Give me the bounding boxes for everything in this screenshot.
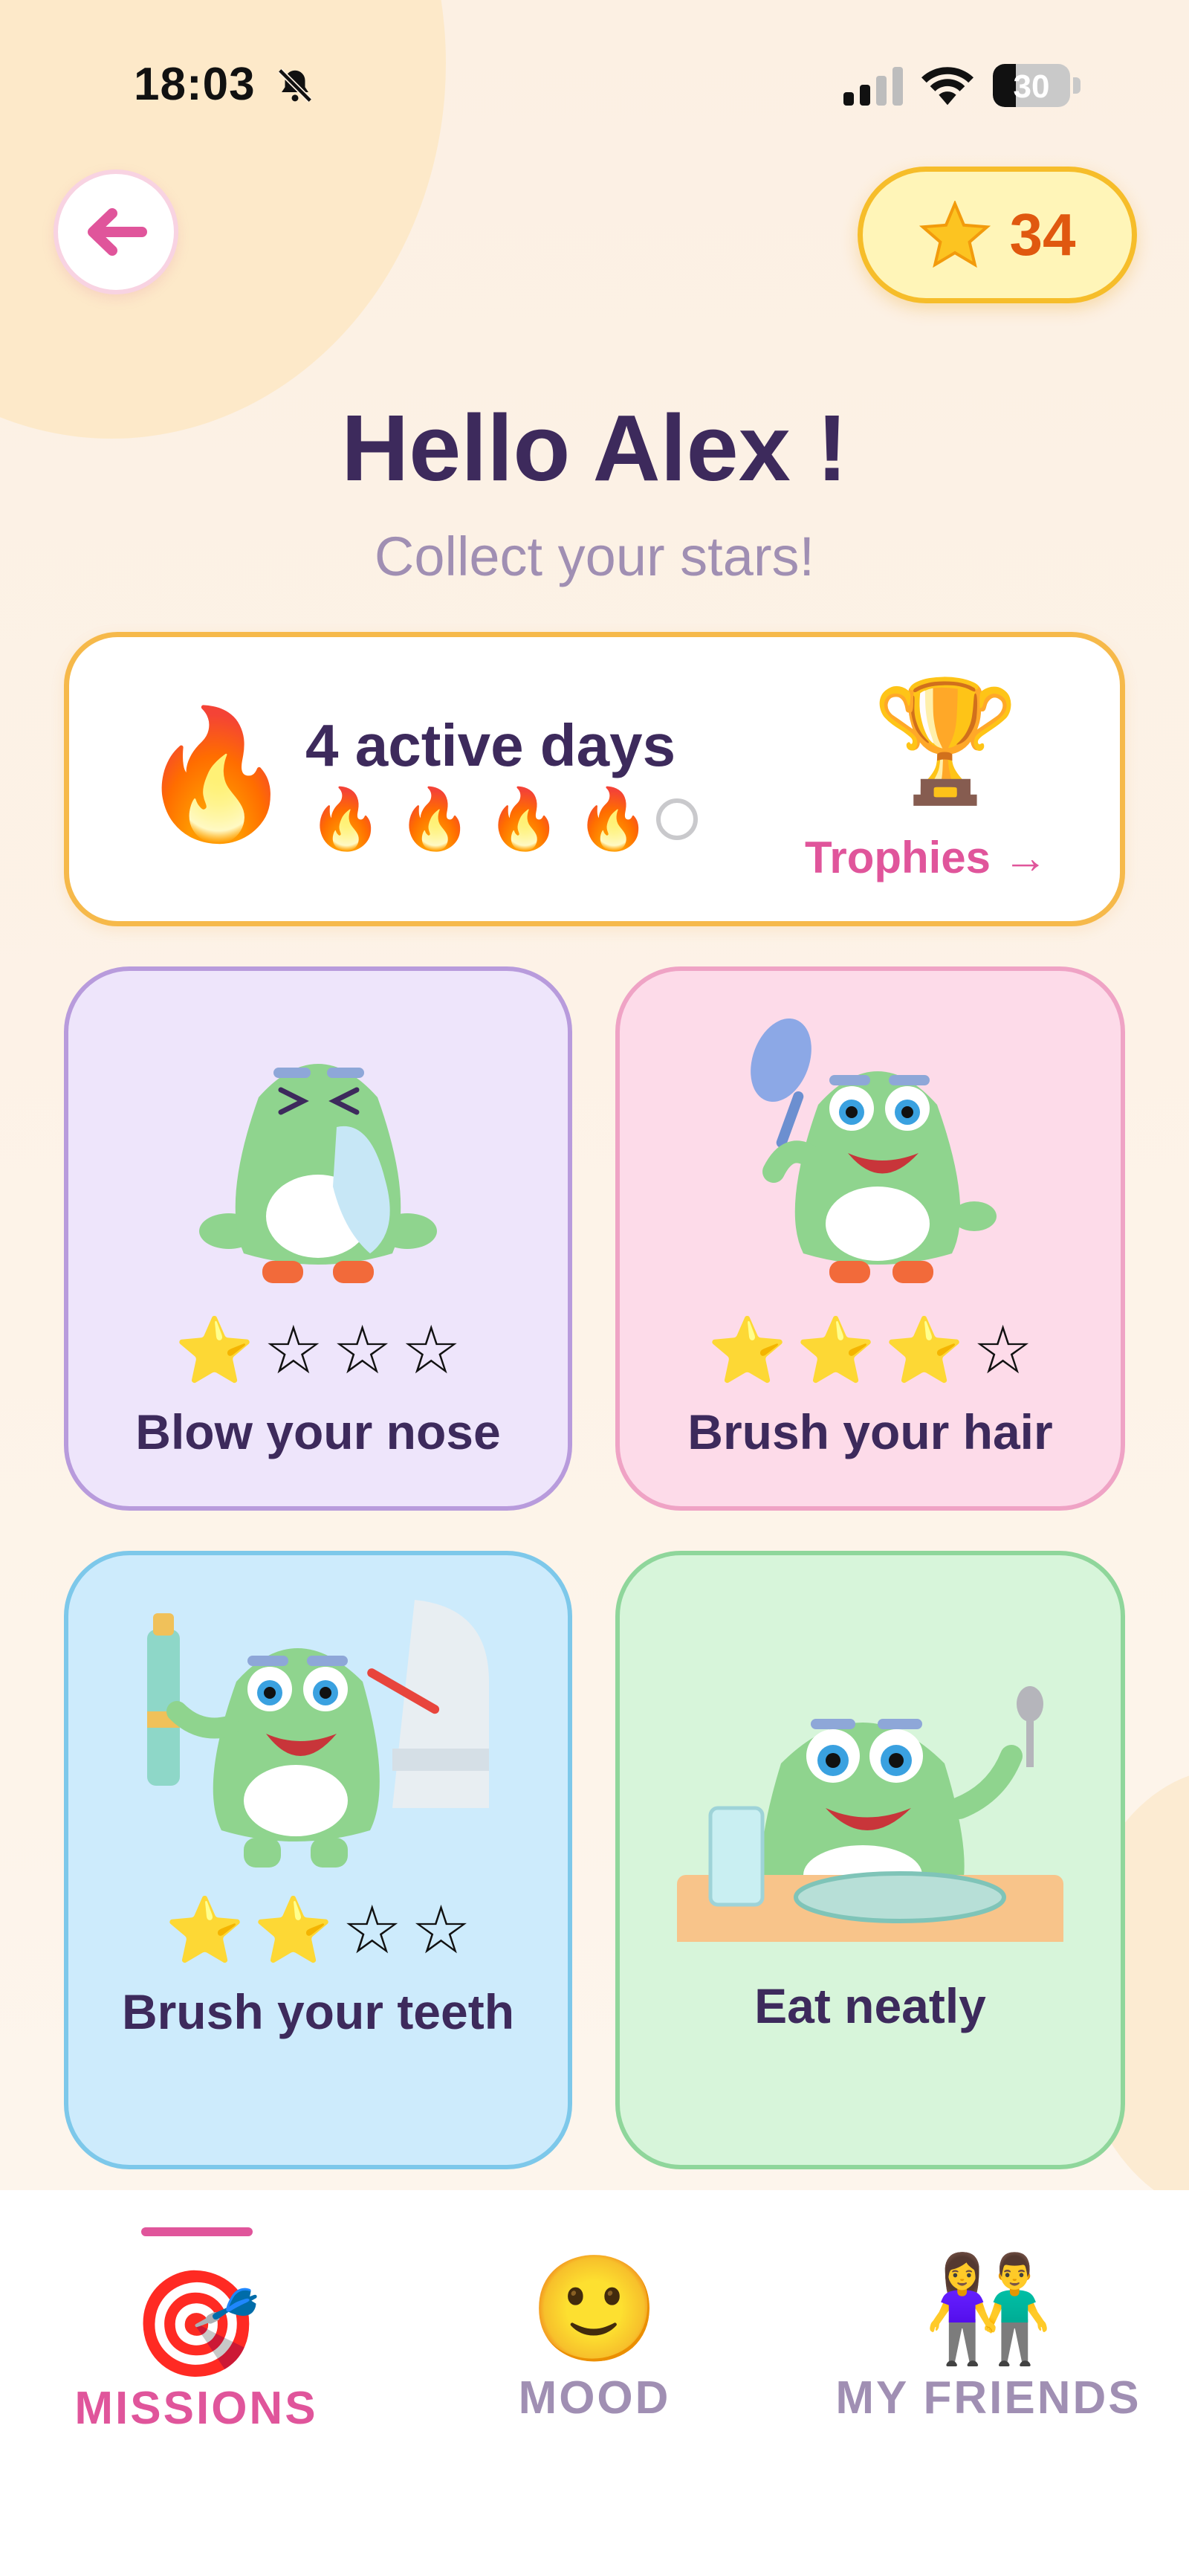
status-time: 18:03 (134, 59, 256, 110)
cellular-signal-icon (843, 67, 903, 106)
mission-stars: ⭐ ⭐ ⭐ ☆ (620, 1317, 1121, 1384)
star-filled-icon: ⭐ (884, 1315, 965, 1387)
star-empty-icon: ☆ (342, 1894, 403, 1968)
streak-days-row: 🔥 🔥 🔥 🔥 (308, 790, 698, 849)
page-title: Hello Alex ! (341, 396, 848, 500)
nav-item-missions[interactable]: 🎯 MISSIONS (40, 2190, 352, 2443)
streak-day-empty-dot (656, 798, 698, 840)
bell-off-icon (277, 68, 313, 103)
mission-label: Brush your hair (687, 1404, 1053, 1459)
star-empty-icon: ☆ (332, 1314, 392, 1388)
mission-stars: ⭐ ⭐ ☆ ☆ (68, 1897, 568, 1964)
mission-label: Blow your nose (135, 1404, 501, 1459)
monster-brushing-teeth-illustration (147, 1600, 489, 1868)
streak-day-fire-icon: 🔥 (308, 786, 383, 852)
star-empty-icon: ☆ (263, 1314, 324, 1388)
trophies-link[interactable]: Trophies → (805, 832, 1048, 883)
battery-indicator: 30 (993, 64, 1081, 107)
star-icon (919, 201, 991, 268)
fire-icon: 🔥 (137, 704, 295, 845)
streak-day-fire-icon: 🔥 (576, 786, 650, 852)
monster-blowing-nose-illustration (199, 1064, 437, 1283)
nav-label: MISSIONS (74, 2383, 318, 2434)
star-filled-icon: ⭐ (707, 1315, 788, 1387)
active-tab-indicator (141, 2227, 253, 2236)
smiley-icon: 🙂 (529, 2250, 660, 2367)
back-button[interactable] (54, 170, 178, 294)
star-count: 34 (1009, 201, 1076, 268)
streak-day-fire-icon: 🔥 (398, 786, 472, 852)
mission-stars: ⭐ ☆ ☆ ☆ (68, 1317, 568, 1384)
wifi-icon (921, 67, 973, 106)
star-filled-icon: ⭐ (253, 1895, 334, 1966)
star-filled-icon: ⭐ (796, 1315, 876, 1387)
mission-card-blow-nose[interactable]: ⭐ ☆ ☆ ☆ Blow your nose (64, 966, 572, 1511)
friends-icon: 👫 (923, 2250, 1054, 2367)
streak-day-fire-icon: 🔥 (487, 786, 561, 852)
star-empty-icon: ☆ (401, 1314, 461, 1388)
monster-brushing-hair-illustration (751, 1018, 997, 1283)
star-filled-icon: ⭐ (175, 1315, 255, 1387)
active-days-title: 4 active days (305, 712, 676, 778)
star-filled-icon: ⭐ (165, 1895, 245, 1966)
mission-card-eat-neatly[interactable]: Eat neatly (615, 1551, 1125, 2169)
mission-card-brush-teeth[interactable]: ⭐ ⭐ ☆ ☆ Brush your teeth (64, 1551, 572, 2169)
star-empty-icon: ☆ (973, 1314, 1033, 1388)
nav-item-mood[interactable]: 🙂 MOOD (438, 2190, 751, 2443)
target-icon: 🎯 (131, 2265, 262, 2382)
active-days-card: 🔥 4 active days 🔥 🔥 🔥 🔥 🏆 Trophies → (64, 632, 1125, 926)
star-empty-icon: ☆ (411, 1894, 471, 1968)
nav-label: MY FRIENDS (835, 2372, 1141, 2424)
trophy-icon: 🏆 (872, 674, 1020, 807)
mission-label: Eat neatly (754, 1978, 986, 2033)
star-count-badge[interactable]: 34 (858, 167, 1137, 303)
monster-eating-illustration (677, 1686, 1063, 1942)
nav-item-my-friends[interactable]: 👫 MY FRIENDS (832, 2190, 1144, 2443)
nav-label: MOOD (518, 2372, 671, 2424)
page-subtitle: Collect your stars! (374, 526, 815, 587)
arrow-left-icon (88, 208, 147, 256)
mission-label: Brush your teeth (121, 1984, 515, 2039)
mission-card-brush-hair[interactable]: ⭐ ⭐ ⭐ ☆ Brush your hair (615, 966, 1125, 1511)
app-screen: 18:03 30 34 Hello Alex ! Collect your st… (0, 0, 1189, 2576)
battery-text: 30 (1013, 68, 1050, 105)
bottom-nav: 🎯 MISSIONS 🙂 MOOD 👫 MY FRIENDS (0, 2190, 1189, 2576)
